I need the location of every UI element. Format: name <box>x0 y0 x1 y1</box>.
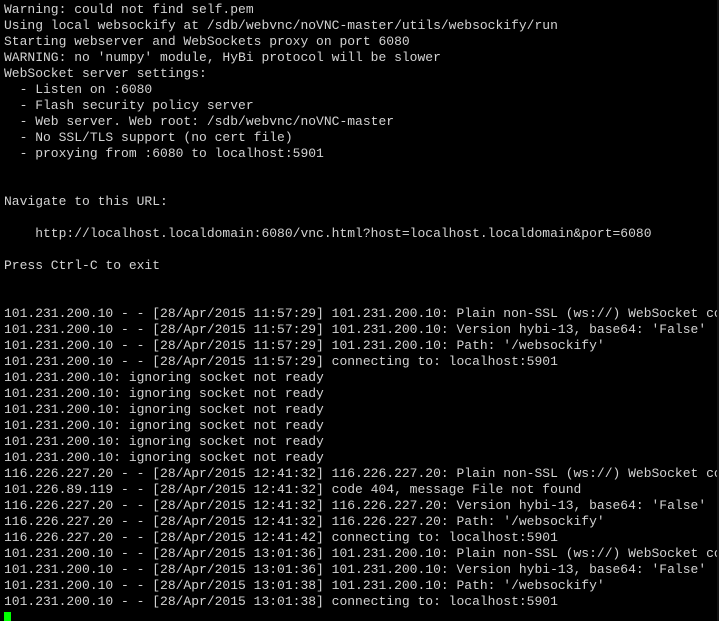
terminal-line: 101.231.200.10 - - [28/Apr/2015 13:01:36… <box>4 546 719 561</box>
terminal-line: - proxying from :6080 to localhost:5901 <box>4 146 324 161</box>
terminal-line: 101.231.200.10: ignoring socket not read… <box>4 418 324 433</box>
terminal-window[interactable]: Warning: could not find self.pem Using lo… <box>0 0 719 621</box>
terminal-line: Press Ctrl-C to exit <box>4 258 161 273</box>
terminal-line: 116.226.227.20 - - [28/Apr/2015 12:41:32… <box>4 498 707 513</box>
terminal-line: 101.231.200.10: ignoring socket not read… <box>4 450 324 465</box>
terminal-line: - No SSL/TLS support (no cert file) <box>4 130 293 145</box>
terminal-line: WARNING: no 'numpy' module, HyBi protoco… <box>4 50 441 65</box>
terminal-line: 101.231.200.10 - - [28/Apr/2015 13:01:38… <box>4 578 605 593</box>
terminal-line: Using local websockify at /sdb/webvnc/no… <box>4 18 558 33</box>
terminal-line: 101.231.200.10 - - [28/Apr/2015 13:01:36… <box>4 562 707 577</box>
terminal-line: 101.231.200.10 - - [28/Apr/2015 11:57:29… <box>4 338 605 353</box>
terminal-line: WebSocket server settings: <box>4 66 207 81</box>
terminal-line: Warning: could not find self.pem <box>4 2 254 17</box>
terminal-line: 101.231.200.10 - - [28/Apr/2015 11:57:29… <box>4 354 558 369</box>
terminal-line: 101.231.200.10: ignoring socket not read… <box>4 402 324 417</box>
cursor <box>4 612 11 621</box>
terminal-line: - Web server. Web root: /sdb/webvnc/noVN… <box>4 114 395 129</box>
prompt-line[interactable] <box>4 610 719 621</box>
terminal-line: - Flash security policy server <box>4 98 254 113</box>
terminal-line: http://localhost.localdomain:6080/vnc.ht… <box>4 226 652 241</box>
terminal-line: 101.231.200.10 - - [28/Apr/2015 13:01:38… <box>4 594 558 609</box>
terminal-line: 101.231.200.10 - - [28/Apr/2015 11:57:29… <box>4 306 719 321</box>
terminal-line: 101.231.200.10: ignoring socket not read… <box>4 386 324 401</box>
terminal-line: - Listen on :6080 <box>4 82 153 97</box>
terminal-line: 116.226.227.20 - - [28/Apr/2015 12:41:42… <box>4 530 558 545</box>
terminal-output: Warning: could not find self.pem Using lo… <box>4 2 719 610</box>
terminal-line: Navigate to this URL: <box>4 194 168 209</box>
terminal-line: Starting webserver and WebSockets proxy … <box>4 34 410 49</box>
terminal-line: 101.231.200.10 - - [28/Apr/2015 11:57:29… <box>4 322 707 337</box>
terminal-line: 101.231.200.10: ignoring socket not read… <box>4 370 324 385</box>
terminal-line: 116.226.227.20 - - [28/Apr/2015 12:41:32… <box>4 466 719 481</box>
terminal-line: 101.226.89.119 - - [28/Apr/2015 12:41:32… <box>4 482 582 497</box>
terminal-line: 101.231.200.10: ignoring socket not read… <box>4 434 324 449</box>
terminal-line: 116.226.227.20 - - [28/Apr/2015 12:41:32… <box>4 514 605 529</box>
